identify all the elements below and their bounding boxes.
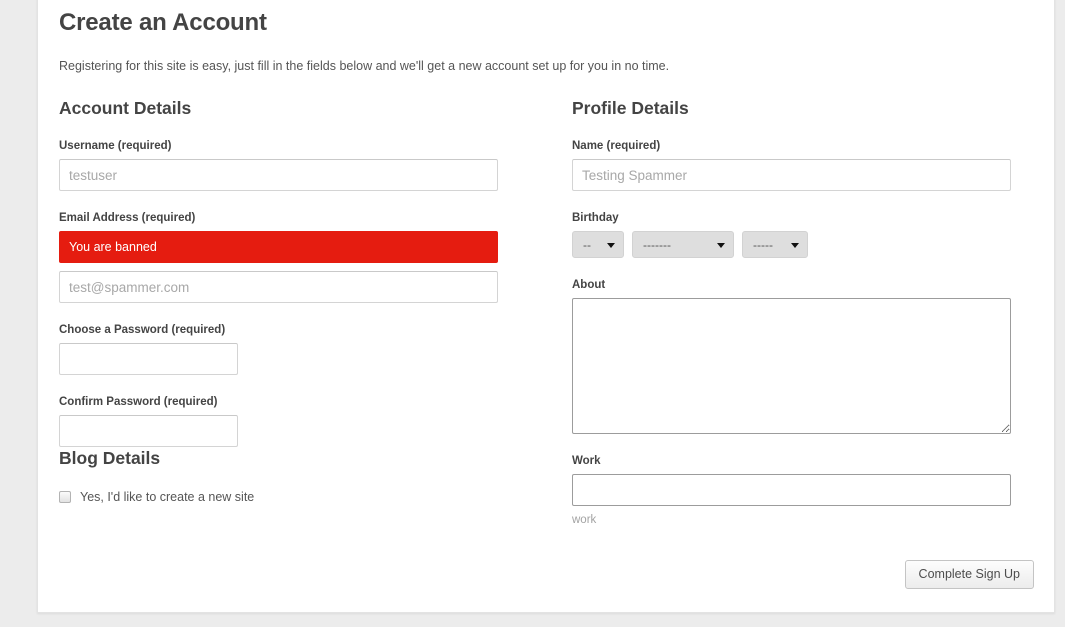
- about-textarea[interactable]: [572, 298, 1011, 434]
- profile-details-column: Profile Details Name (required) Birthday…: [572, 97, 1034, 528]
- username-label: Username (required): [59, 140, 172, 152]
- page-background: Create an Account Registering for this s…: [0, 0, 1065, 627]
- birthday-day-select[interactable]: --: [572, 231, 624, 258]
- name-label: Name (required): [572, 140, 661, 152]
- password-input[interactable]: [59, 343, 238, 375]
- birthday-year-value: -----: [753, 237, 773, 252]
- blog-details-heading: Blog Details: [59, 448, 161, 468]
- confirm-password-field-block: Confirm Password (required): [59, 395, 572, 447]
- birthday-field-block: Birthday -- ------- -----: [572, 211, 1034, 258]
- birthday-label: Birthday: [572, 212, 619, 224]
- confirm-password-input[interactable]: [59, 415, 238, 447]
- page-title: Create an Account: [59, 9, 267, 36]
- confirm-password-label: Confirm Password (required): [59, 396, 218, 408]
- form-columns: Account Details Username (required) Emai…: [59, 97, 1034, 528]
- about-label: About: [572, 279, 606, 291]
- signup-card: Create an Account Registering for this s…: [37, 0, 1055, 613]
- page-intro-text: Registering for this site is easy, just …: [59, 59, 670, 73]
- username-input[interactable]: [59, 159, 498, 191]
- email-label: Email Address (required): [59, 212, 196, 224]
- work-label: Work: [572, 455, 601, 467]
- password-label: Choose a Password (required): [59, 324, 226, 336]
- birthday-month-select[interactable]: -------: [632, 231, 734, 258]
- email-input[interactable]: [59, 271, 498, 303]
- complete-signup-button[interactable]: Complete Sign Up: [904, 560, 1034, 589]
- work-input[interactable]: [572, 474, 1011, 506]
- create-site-checkbox-row[interactable]: Yes, I'd like to create a new site: [59, 489, 572, 505]
- name-input[interactable]: [572, 159, 1011, 191]
- account-details-column: Account Details Username (required) Emai…: [59, 97, 572, 528]
- email-error-banner: You are banned: [59, 231, 498, 263]
- profile-details-heading: Profile Details: [572, 98, 689, 118]
- submit-row: Complete Sign Up: [59, 560, 1034, 589]
- username-field-block: Username (required): [59, 139, 572, 191]
- birthday-month-value: -------: [643, 237, 671, 252]
- chevron-down-icon: [717, 242, 725, 248]
- create-site-checkbox[interactable]: [59, 491, 71, 503]
- about-field-block: About: [572, 278, 1034, 434]
- work-help-text: work: [572, 514, 597, 526]
- birthday-selects: -- ------- -----: [572, 231, 1034, 258]
- birthday-year-select[interactable]: -----: [742, 231, 808, 258]
- signup-form: Create an Account Registering for this s…: [59, 0, 1034, 589]
- account-details-heading: Account Details: [59, 98, 192, 118]
- chevron-down-icon: [607, 242, 615, 248]
- password-field-block: Choose a Password (required): [59, 323, 572, 375]
- name-field-block: Name (required): [572, 139, 1034, 191]
- birthday-day-value: --: [583, 237, 591, 252]
- email-field-block: Email Address (required) You are banned: [59, 211, 572, 303]
- chevron-down-icon: [791, 242, 799, 248]
- work-field-block: Work work: [572, 454, 1034, 528]
- create-site-checkbox-label: Yes, I'd like to create a new site: [80, 490, 255, 504]
